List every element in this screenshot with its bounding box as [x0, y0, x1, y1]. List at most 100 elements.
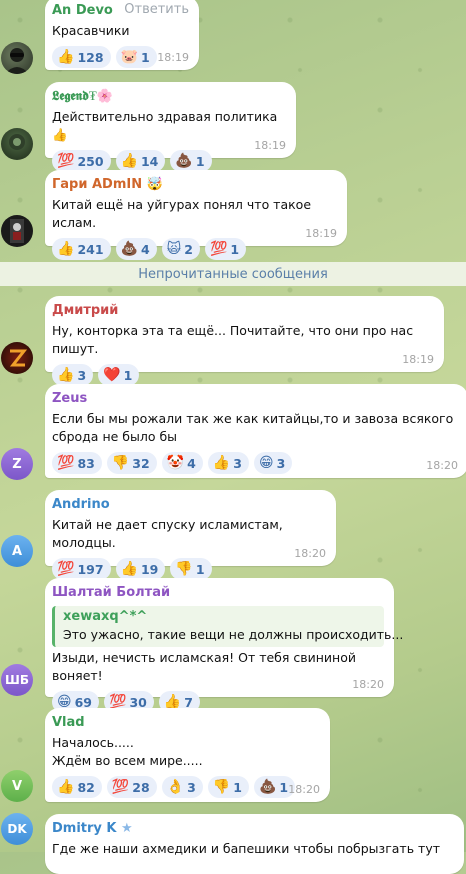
reaction-thumbs-up[interactable]: 👍 82 — [52, 776, 102, 798]
reaction-hundred[interactable]: 💯 250 — [52, 150, 111, 172]
reaction-grin[interactable]: 😁 3 — [253, 452, 293, 474]
reaction-thumbs-up[interactable]: 👍 128 — [52, 46, 111, 68]
thumbs-down-icon: 👎 — [212, 779, 231, 795]
hundred-icon: 💯 — [111, 779, 130, 795]
reaction-heart[interactable]: ❤️ 1 — [98, 364, 140, 386]
avatar[interactable]: ШБ — [1, 664, 33, 696]
message-text: Действительно здравая политика 👍 — [52, 109, 278, 142]
reaction-count: 3 — [187, 779, 196, 795]
message-bubble[interactable]: Zeus Если бы мы рожали так же как китайц… — [45, 384, 466, 478]
reaction-thumbs-down[interactable]: 👎 1 — [207, 776, 249, 798]
reactions-row: 👍 241 💩 4 🙀 2 💯 1 — [52, 238, 337, 260]
reactions-row: 👍 3 ❤️ 1 — [52, 364, 434, 386]
reactions-row: 💯 83 👎 32 🤡 4 👍 3 😁 3 — [52, 452, 458, 474]
reaction-thumbs-down[interactable]: 👎 32 — [106, 452, 157, 474]
message-author[interactable]: Гари ADmIN 🤯 — [52, 176, 337, 194]
reaction-poop[interactable]: 💩 1 — [170, 150, 212, 172]
reaction-thumbs-down[interactable]: 👎 1 — [170, 558, 212, 580]
message-author[interactable]: 𝕷𝖊𝖌𝖊𝖓𝖉₮🌸 — [52, 88, 286, 106]
author-name: Гари ADmIN — [52, 177, 143, 192]
reaction-count: 1 — [233, 779, 242, 795]
message-bubble[interactable]: Шалтай Болтай xewaxq^*^ Это ужасно, таки… — [45, 578, 403, 713]
message-author[interactable]: Dmitry K ★ — [52, 820, 454, 838]
reaction-count: 83 — [77, 455, 95, 471]
reaction-pig[interactable]: 🐷 1 — [115, 46, 157, 68]
reaction-scream-cat[interactable]: 🙀 2 — [161, 238, 200, 260]
unread-messages-divider: Непрочитанные сообщения — [0, 262, 466, 286]
avatar[interactable] — [1, 215, 33, 247]
hundred-icon: 💯 — [109, 694, 127, 710]
avatar[interactable]: A — [1, 535, 33, 567]
message-time: 18:20 — [294, 547, 326, 560]
poop-icon: 💩 — [120, 241, 138, 257]
ok-hand-icon: 👌 — [166, 779, 185, 795]
avatar[interactable] — [1, 128, 33, 160]
message-time: 18:20 — [352, 678, 384, 691]
reaction-count: 1 — [140, 49, 150, 65]
message-bubble[interactable]: Дмитрий Ну, конторка эта та ещё... Почит… — [45, 296, 444, 386]
reaction-thumbs-up[interactable]: 👍 3 — [207, 452, 249, 474]
reaction-count: 1 — [123, 367, 133, 383]
author-badge: 🤯 — [146, 177, 163, 192]
reactions-row: 💯 197 👍 19 👎 1 — [52, 558, 326, 580]
reaction-count: 82 — [77, 779, 95, 795]
message-bubble[interactable]: Гари ADmIN 🤯 Китай ещё на уйгурах понял … — [45, 170, 347, 260]
message-text: Началось..... Ждём во всем мире..... — [52, 735, 203, 768]
thumbs-up-icon: 👍 — [57, 779, 75, 795]
reply-link[interactable]: Ответить — [124, 2, 189, 17]
message-author[interactable]: Andrino — [52, 496, 326, 514]
message-bubble[interactable]: An Devo Ответить Красавчики 👍 128 🐷 1 18:1… — [45, 0, 199, 70]
reaction-count: 3 — [276, 455, 286, 471]
author-name: 𝕷𝖊𝖌𝖊𝖓𝖉 — [52, 89, 89, 104]
thumbs-up-icon: 👍 — [120, 561, 138, 577]
heart-icon: ❤️ — [103, 367, 121, 383]
reaction-clown[interactable]: 🤡 4 — [161, 452, 203, 474]
scream-cat-icon: 🙀 — [166, 241, 182, 257]
reply-quote[interactable]: xewaxq^*^ Это ужасно, такие вещи не долж… — [52, 606, 403, 647]
reaction-thumbs-up[interactable]: 👍 241 — [52, 238, 111, 260]
thumbs-up-icon: 👍 — [57, 241, 75, 257]
avatar[interactable]: V — [1, 770, 33, 802]
message-text: Ну, конторка эта та ещё... Почитайте, чт… — [52, 323, 414, 356]
reaction-poop[interactable]: 💩 4 — [115, 238, 157, 260]
avatar-fire-z-icon — [9, 349, 28, 367]
reaction-count: 14 — [140, 153, 159, 169]
reaction-count: 4 — [187, 455, 196, 471]
reaction-thumbs-up[interactable]: 👍 3 — [52, 364, 94, 386]
reaction-ok-hand[interactable]: 👌 3 — [161, 776, 203, 798]
message-bubble[interactable]: Dmitry K ★ Где же наши ахмедики и бапеши… — [45, 814, 464, 874]
reaction-count: 1 — [279, 779, 289, 795]
reaction-hundred[interactable]: 💯 197 — [52, 558, 111, 580]
reaction-hundred[interactable]: 💯 83 — [52, 452, 102, 474]
message-time: 18:20 — [426, 459, 458, 472]
message-author[interactable]: Дмитрий — [52, 302, 434, 320]
reaction-hundred[interactable]: 💯 28 — [106, 776, 157, 798]
message-time: 18:19 — [305, 227, 337, 240]
reaction-thumbs-up[interactable]: 👍 19 — [115, 558, 166, 580]
reactions-row: 💯 250 👍 14 💩 1 — [52, 150, 286, 172]
reaction-count: 28 — [132, 779, 150, 795]
hundred-icon: 💯 — [209, 241, 228, 257]
reaction-count: 241 — [77, 241, 104, 257]
avatar[interactable] — [1, 42, 33, 74]
message-bubble[interactable]: Vlad Началось..... Ждём во всем мире....… — [45, 708, 330, 802]
hundred-icon: 💯 — [57, 561, 75, 577]
message-author[interactable]: Vlad — [52, 714, 320, 732]
message-text: Изыди, нечисть исламская! От тебя свинин… — [52, 650, 356, 683]
reaction-count: 2 — [184, 241, 193, 257]
message-bubble[interactable]: Andrino Китай не дает спуску исламистам,… — [45, 490, 336, 580]
message-author[interactable]: Zeus — [52, 390, 458, 408]
avatar[interactable]: DK — [1, 813, 33, 845]
reaction-count: 1 — [230, 241, 240, 257]
avatar[interactable] — [1, 342, 33, 374]
message-bubble[interactable]: 𝕷𝖊𝖌𝖊𝖓𝖉₮🌸 Действительно здравая политика … — [45, 82, 296, 172]
message-author[interactable]: Шалтай Болтай — [52, 584, 384, 602]
hundred-icon: 💯 — [57, 455, 75, 471]
reaction-count: 19 — [140, 561, 159, 577]
reaction-count: 32 — [132, 455, 150, 471]
reaction-count: 250 — [77, 153, 104, 169]
message-text: Китай не дает спуску исламистам, молодцы… — [52, 517, 283, 550]
reaction-thumbs-up[interactable]: 👍 14 — [115, 150, 166, 172]
reaction-hundred[interactable]: 💯 1 — [204, 238, 247, 260]
avatar[interactable]: Z — [1, 448, 33, 480]
